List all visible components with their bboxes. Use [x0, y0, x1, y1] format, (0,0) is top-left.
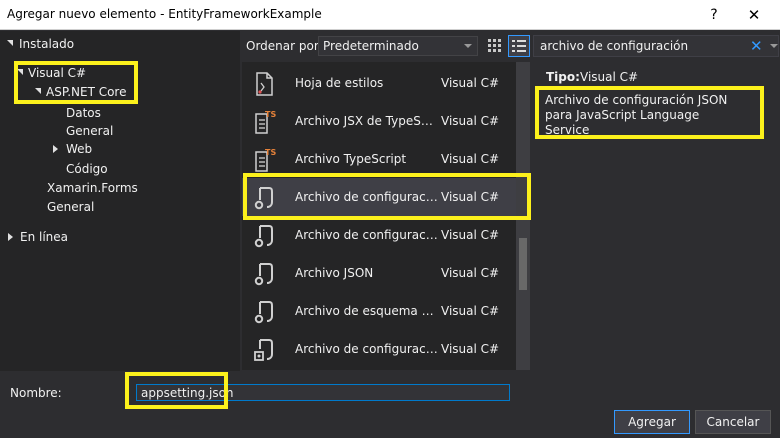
grid-view-icon	[488, 39, 501, 52]
template-row[interactable]: Archivo de configuración de npm Visual C…	[242, 330, 530, 368]
list-view-icon	[512, 40, 526, 52]
highlight-box-name	[125, 372, 228, 409]
template-language: Visual C#	[441, 228, 500, 242]
type-value: Visual C#	[580, 70, 639, 84]
type-label: Tipo:	[546, 70, 580, 84]
typescript-file-icon: TS	[255, 148, 276, 172]
tree-item-general[interactable]: General	[47, 200, 94, 214]
grid-view-button[interactable]	[484, 35, 504, 55]
close-button[interactable]: ✕	[734, 0, 774, 30]
template-name: Archivo de configuración de npm	[295, 342, 439, 356]
template-row[interactable]: TS Archivo JSX de TypeScript Visual C#	[242, 102, 530, 140]
collapsed-chevron-icon[interactable]	[53, 145, 58, 153]
highlight-box-template	[243, 173, 531, 220]
highlight-box-tree	[14, 61, 138, 104]
expanded-chevron-icon[interactable]	[7, 40, 13, 46]
tree-item-codigo[interactable]: Código	[66, 162, 108, 176]
template-language: Visual C#	[441, 152, 500, 166]
list-view-button[interactable]	[508, 35, 530, 57]
tree-item-general-sub[interactable]: General	[66, 124, 113, 138]
tree-item-installed[interactable]: Instalado	[19, 37, 74, 51]
svg-text:TS: TS	[265, 110, 276, 119]
template-name: Archivo de esquema de JSON	[295, 304, 439, 318]
json-file-icon	[254, 301, 273, 324]
sort-select-value: Predeterminado	[323, 39, 419, 53]
template-row[interactable]: Hoja de estilos Visual C#	[242, 64, 530, 102]
template-name: Archivo TypeScript	[295, 152, 407, 166]
template-language: Visual C#	[441, 304, 500, 318]
template-row[interactable]: Archivo de configuración de TypeScript V…	[242, 216, 530, 254]
close-icon[interactable]: ✕	[750, 37, 763, 55]
template-language: Visual C#	[441, 76, 500, 90]
template-language: Visual C#	[441, 266, 500, 280]
tree-item-online[interactable]: En línea	[20, 230, 68, 244]
help-button[interactable]: ?	[694, 0, 734, 30]
json-file-icon	[254, 225, 273, 248]
svg-text:TS: TS	[265, 148, 276, 157]
stylesheet-icon	[256, 72, 273, 96]
template-name: Archivo JSX de TypeScript	[295, 114, 439, 128]
add-button[interactable]: Agregar	[614, 410, 690, 434]
json-file-icon	[254, 263, 273, 286]
tree-item-web[interactable]: Web	[66, 142, 92, 156]
window-title: Agregar nuevo elemento - EntityFramework…	[7, 7, 322, 21]
template-row[interactable]: Archivo de esquema de JSON Visual C#	[242, 292, 530, 330]
tree-item-datos[interactable]: Datos	[66, 106, 101, 120]
template-language: Visual C#	[441, 342, 500, 356]
template-name: Hoja de estilos	[295, 76, 384, 90]
sort-select[interactable]: Predeterminado	[318, 36, 478, 56]
template-name: Archivo JSON	[295, 266, 374, 280]
search-input[interactable]	[534, 36, 754, 56]
search-box[interactable]: ✕	[533, 35, 779, 57]
tree-item-xamarin[interactable]: Xamarin.Forms	[47, 181, 138, 195]
name-label: Nombre:	[10, 386, 62, 400]
highlight-box-description	[535, 86, 764, 139]
chevron-down-icon[interactable]	[770, 44, 778, 48]
template-row[interactable]: Archivo JSON Visual C#	[242, 254, 530, 292]
typescript-file-icon: TS	[255, 110, 276, 134]
npm-config-icon	[254, 339, 273, 361]
template-name: Archivo de configuración de TypeScript	[295, 228, 439, 242]
collapsed-chevron-icon[interactable]	[8, 233, 13, 241]
sort-label: Ordenar por:	[246, 39, 323, 53]
scrollbar-thumb[interactable]	[519, 238, 527, 290]
cancel-button[interactable]: Cancelar	[695, 410, 771, 434]
template-language: Visual C#	[441, 114, 500, 128]
chevron-down-icon	[464, 44, 472, 48]
